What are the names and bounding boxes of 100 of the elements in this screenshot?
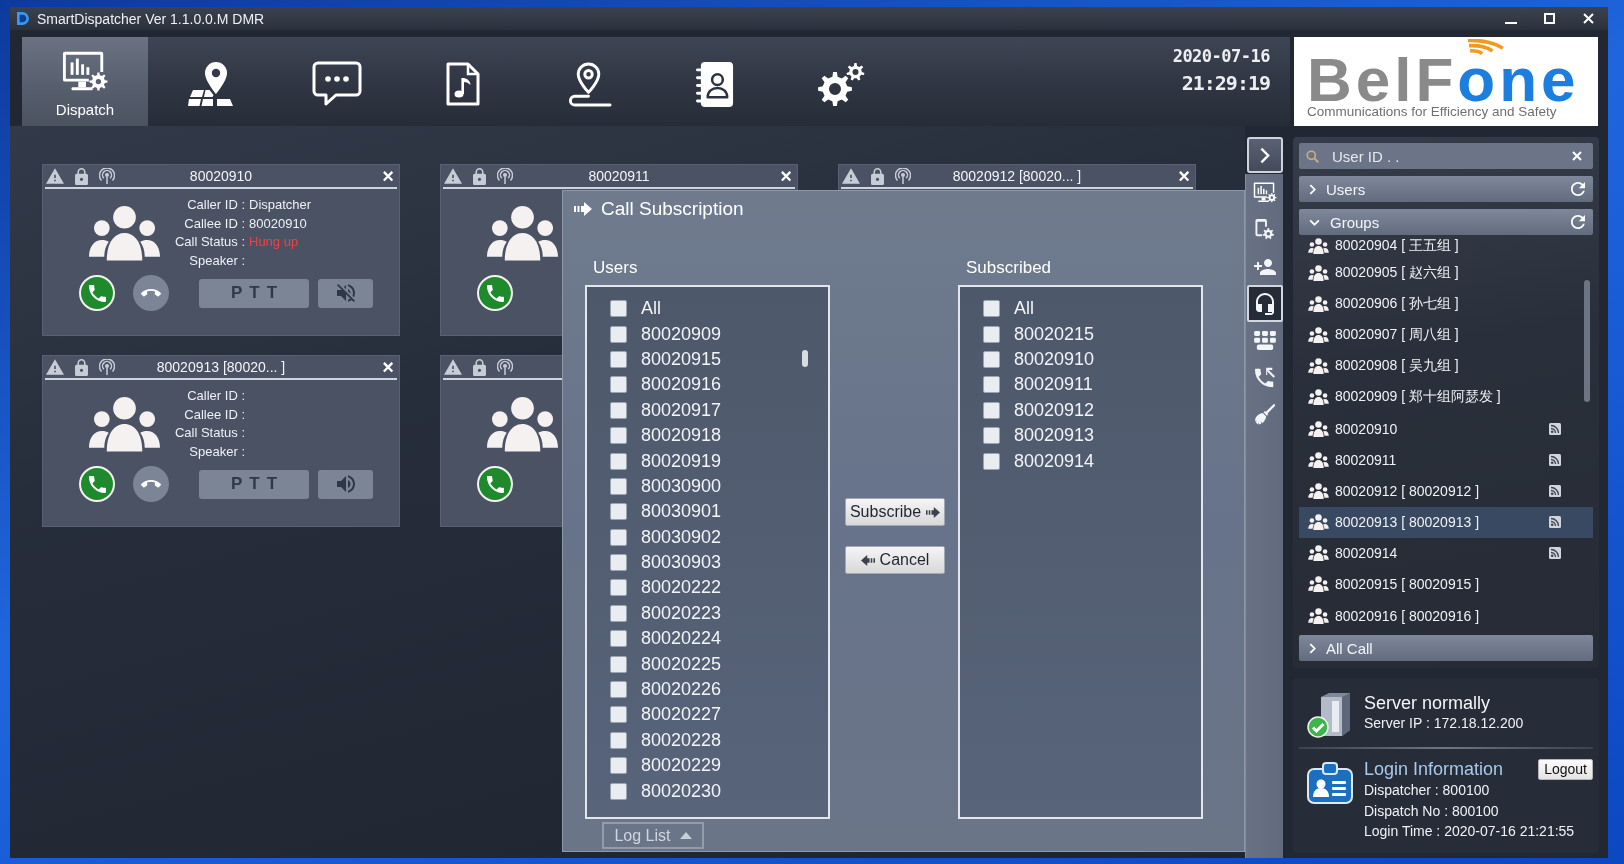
phone-icon	[486, 475, 504, 493]
checkbox[interactable]	[983, 452, 1000, 470]
answer-call-button[interactable]	[79, 466, 115, 502]
list-item-label: 80020915	[641, 348, 722, 370]
checkbox[interactable]	[610, 554, 627, 572]
checkbox[interactable]	[610, 782, 627, 800]
chevron-right-icon	[1260, 146, 1270, 164]
group-list-item[interactable]: 80020916 [ 80020916 ]	[1299, 600, 1593, 632]
checkbox[interactable]	[610, 300, 627, 318]
group-list-item[interactable]: 80020910	[1299, 412, 1593, 445]
subscribe-button[interactable]: Subscribe	[845, 498, 945, 526]
map-pin-icon	[188, 61, 234, 107]
speaker-button[interactable]	[318, 278, 373, 308]
refresh-icon[interactable]	[1571, 215, 1585, 229]
section-header[interactable]: Groups	[1299, 209, 1593, 235]
hang-up-button[interactable]	[133, 275, 169, 311]
close-button[interactable]: ×	[1178, 167, 1190, 185]
checkbox[interactable]	[610, 452, 627, 470]
checkbox[interactable]	[983, 401, 1000, 419]
group-icon	[1308, 326, 1329, 343]
location-pin-icon	[566, 61, 612, 107]
group-list-item[interactable]: 80020904 [ 王五组 ]	[1299, 235, 1593, 257]
checkbox[interactable]	[610, 427, 627, 445]
answer-call-button[interactable]	[79, 275, 115, 311]
clear-icon[interactable]	[1572, 151, 1582, 161]
phone-arrow-icon	[1255, 367, 1275, 388]
checkbox[interactable]	[610, 731, 627, 749]
scrollbar-thumb[interactable]	[1584, 280, 1590, 402]
close-button[interactable]: ×	[382, 358, 394, 376]
hang-up-icon	[141, 288, 161, 298]
phone-gear-icon	[1255, 219, 1275, 240]
group-list-item[interactable]: 80020911	[1299, 444, 1593, 476]
group-list-item[interactable]: 80020909 [ 郑十组阿瑟发 ]	[1299, 381, 1593, 413]
answer-call-button[interactable]	[477, 275, 513, 311]
toolbar-tab[interactable]: Dispatch	[22, 37, 148, 126]
checkbox[interactable]	[983, 300, 1000, 318]
add-user-icon	[1254, 258, 1276, 275]
close-button[interactable]: ×	[382, 167, 394, 185]
section-header[interactable]: All Call	[1299, 635, 1593, 661]
checkbox[interactable]	[610, 655, 627, 673]
group-list-item[interactable]: 80020907 [ 周八组 ]	[1299, 319, 1593, 351]
refresh-icon[interactable]	[1571, 182, 1585, 196]
checkbox[interactable]	[610, 477, 627, 495]
list-item-label: 80020913	[1014, 425, 1095, 447]
group-icon	[1308, 576, 1329, 593]
checkbox[interactable]	[610, 681, 627, 699]
group-icon	[1308, 482, 1329, 499]
side-tool-button[interactable]	[1247, 285, 1283, 322]
close-button[interactable]: ×	[780, 167, 792, 185]
group-icon	[1308, 514, 1329, 531]
checkbox[interactable]	[983, 427, 1000, 445]
checkbox[interactable]	[610, 706, 627, 724]
checkbox[interactable]	[610, 376, 627, 394]
speaker-button[interactable]	[318, 469, 373, 499]
answer-call-button[interactable]	[477, 466, 513, 502]
logout-button[interactable]: Logout	[1538, 758, 1593, 780]
group-list-item[interactable]: 80020905 [ 赵六组 ]	[1299, 257, 1593, 289]
list-heading: Users	[593, 257, 638, 279]
list-item-label: 80020227	[641, 704, 722, 726]
close-icon[interactable]	[1583, 13, 1594, 24]
group-list-item[interactable]: 80020913 [ 80020913 ]	[1299, 506, 1593, 538]
list-item-label: All	[641, 298, 661, 320]
field-label: Speaker :	[189, 252, 245, 268]
field-value: 80020910	[249, 214, 307, 233]
group-list-item[interactable]: 80020906 [ 孙七组 ]	[1299, 288, 1593, 320]
checkbox[interactable]	[610, 401, 627, 419]
group-list-item[interactable]: 80020915 [ 80020915 ]	[1299, 568, 1593, 601]
hang-up-icon	[141, 479, 161, 489]
call-card-title: 80020911	[588, 168, 650, 184]
checkbox[interactable]	[610, 503, 627, 521]
gears-icon	[817, 61, 865, 107]
cancel-button[interactable]: Cancel	[845, 546, 945, 574]
list-item-label: 80020919	[641, 450, 722, 472]
checkbox[interactable]	[983, 376, 1000, 394]
checkbox[interactable]	[610, 350, 627, 368]
search-field[interactable]: User ID . .	[1299, 143, 1593, 169]
maximize-icon[interactable]	[1544, 13, 1555, 24]
group-list-item[interactable]: 80020914	[1299, 537, 1593, 569]
call-card-title: 80020910	[189, 168, 253, 184]
checkbox[interactable]	[983, 325, 1000, 343]
list-item-label: 80030903	[641, 552, 722, 574]
section-header[interactable]: Users	[1299, 176, 1593, 202]
checkbox[interactable]	[610, 757, 627, 775]
date-display: 2020-07-16	[1172, 46, 1270, 66]
monitor-chart-gear-icon	[62, 49, 108, 93]
group-list-item[interactable]: 80020912 [ 80020912 ]	[1299, 475, 1593, 507]
hang-up-button[interactable]	[133, 466, 169, 502]
group-list-item[interactable]: 80020908 [ 吴九组 ]	[1299, 350, 1593, 382]
scrollbar-thumb[interactable]	[802, 350, 808, 367]
checkbox[interactable]	[610, 604, 627, 622]
chat-bubble-icon	[312, 61, 362, 107]
list-item-label: 80020917	[641, 399, 722, 421]
minimize-icon[interactable]	[1504, 21, 1517, 24]
list-item-label: 80020918	[641, 425, 722, 447]
checkbox[interactable]	[610, 579, 627, 597]
checkbox[interactable]	[610, 528, 627, 546]
panel-toggle-button[interactable]	[1247, 137, 1283, 173]
checkbox[interactable]	[983, 350, 1000, 368]
checkbox[interactable]	[610, 630, 627, 648]
checkbox[interactable]	[610, 325, 627, 343]
